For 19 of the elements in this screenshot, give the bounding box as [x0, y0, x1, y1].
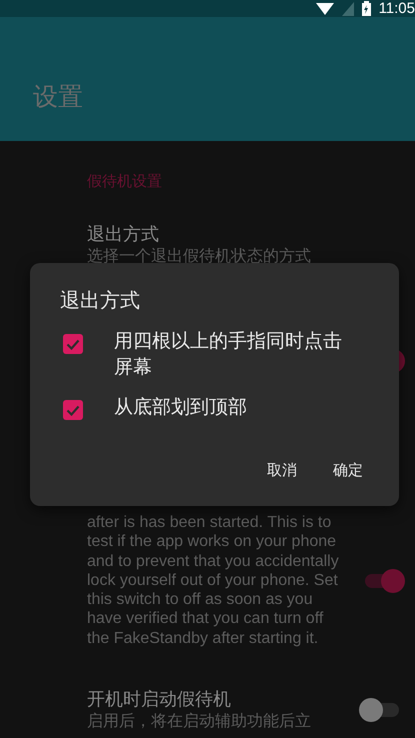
dialog-button[interactable]: 取消	[253, 453, 311, 488]
dialog-button[interactable]: 确定	[319, 453, 377, 488]
signal-icon	[342, 2, 354, 16]
checkbox[interactable]	[63, 400, 83, 420]
preference-summary: 选择一个退出假待机状态的方式	[87, 247, 312, 267]
preference-title: 退出方式	[87, 223, 160, 248]
preference-summary: 启用后，将在启动辅助功能后立	[87, 712, 312, 732]
checkbox[interactable]	[63, 334, 83, 354]
check-icon	[66, 404, 80, 416]
status-time: 11:05	[378, 0, 415, 17]
option-label[interactable]: 用四根以上的手指同时点击屏幕	[114, 328, 346, 380]
wifi-icon	[316, 2, 334, 14]
option-label[interactable]: 从底部划到顶部	[114, 394, 346, 420]
preference-title: 开机时启动假待机	[87, 688, 232, 712]
category-title: 假待机设置	[87, 172, 163, 191]
check-icon	[66, 338, 80, 350]
app-bar-title: 设置	[33, 80, 83, 112]
dialog-title: 退出方式	[60, 287, 141, 314]
preference-summary: after is has been started. This is to test if the app works on your phone and to prevent that you accidentally lock yourself out of your phone. Set this switch to off as soon as you have verified that you can turn off the FakeStandby after starting it.	[87, 513, 339, 648]
